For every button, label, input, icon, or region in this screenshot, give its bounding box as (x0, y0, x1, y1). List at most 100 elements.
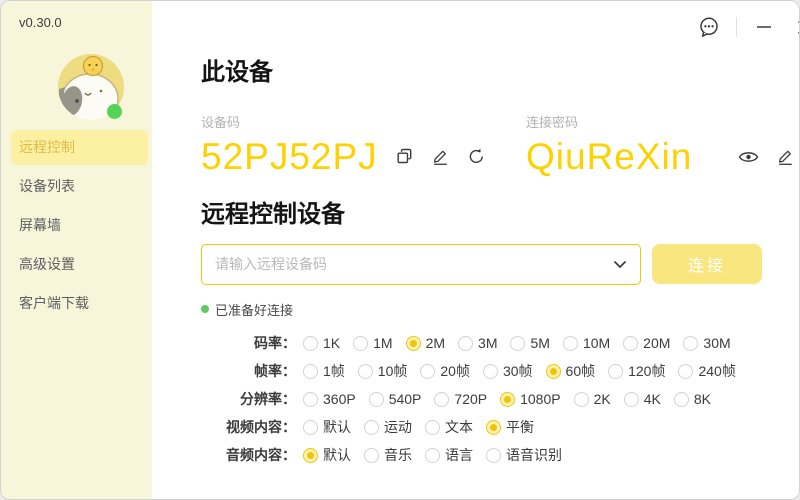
radio-option[interactable]: 语言 (425, 445, 473, 465)
radio-circle-icon (303, 392, 318, 407)
radio-circle-icon (608, 364, 623, 379)
device-code-section: 设备码 52PJ52PJ (201, 112, 526, 179)
radio-option-label: 1080P (520, 391, 560, 407)
radio-option[interactable]: 1K (303, 335, 340, 351)
sidebar-menu: 远程控制设备列表屏幕墙高级设置客户端下载 (1, 130, 152, 325)
radio-circle-icon (303, 336, 318, 351)
setting-row-label: 视频内容： (201, 417, 296, 437)
radio-circle-icon (683, 336, 698, 351)
radio-circle-icon (483, 364, 498, 379)
sidebar-item-2[interactable]: 屏幕墙 (11, 208, 148, 243)
feedback-chat-icon[interactable] (696, 14, 722, 40)
radio-option[interactable]: 默认 (303, 445, 351, 465)
ready-status-dot (201, 305, 209, 313)
radio-option[interactable]: 默认 (303, 417, 351, 437)
radio-circle-icon (425, 448, 440, 463)
edit-password-icon[interactable] (776, 147, 795, 166)
radio-option-label: 10帧 (378, 361, 408, 381)
radio-option-label: 720P (454, 391, 487, 407)
radio-circle-icon (303, 448, 318, 463)
radio-group: 360P 540P 720P 1080P 2K 4K 8K (303, 391, 724, 407)
page-title: 此设备 (201, 59, 795, 88)
setting-row-label: 码率： (201, 333, 296, 353)
main-panel: 此设备 设备码 52PJ52PJ (152, 1, 800, 499)
radio-circle-icon (678, 364, 693, 379)
radio-circle-icon (358, 364, 373, 379)
radio-group: 1帧 10帧 20帧 30帧 60帧 120帧 240帧 (303, 361, 749, 381)
radio-option-label: 默认 (323, 417, 351, 437)
online-status-dot (107, 104, 122, 119)
radio-option[interactable]: 8K (674, 391, 711, 407)
radio-option[interactable]: 10帧 (358, 361, 408, 381)
device-info-row: 设备码 52PJ52PJ (201, 112, 795, 179)
radio-option-label: 4K (644, 391, 661, 407)
radio-option[interactable]: 720P (434, 391, 487, 407)
radio-circle-icon (486, 448, 501, 463)
radio-option[interactable]: 240帧 (678, 361, 735, 381)
app-window: v0.30.0 远程控制设备列表屏幕墙高级设置客户 (0, 0, 800, 500)
sidebar-item-0[interactable]: 远程控制 (11, 130, 148, 165)
setting-row-label: 帧率： (201, 361, 296, 381)
titlebar-divider (736, 17, 737, 37)
radio-circle-icon (500, 392, 515, 407)
radio-option-label: 10M (583, 335, 610, 351)
radio-option[interactable]: 30M (683, 335, 730, 351)
radio-circle-icon (623, 336, 638, 351)
radio-option[interactable]: 5M (510, 335, 549, 351)
radio-option[interactable]: 语音识别 (486, 445, 562, 465)
content: 此设备 设备码 52PJ52PJ (152, 1, 800, 464)
radio-group: 默认 音乐语言语音识别 (303, 445, 575, 465)
setting-row-0: 码率： 1K 1M 2M 3M 5M 10M 20M 30M (201, 335, 795, 352)
device-code-value: 52PJ52PJ (201, 136, 378, 178)
radio-option-label: 20M (643, 335, 670, 351)
radio-option-label: 运动 (384, 417, 412, 437)
radio-option[interactable]: 2M (406, 335, 445, 351)
radio-option[interactable]: 4K (624, 391, 661, 407)
radio-option[interactable]: 1080P (500, 391, 560, 407)
password-section: 连接密码 QiuReXin (526, 112, 795, 179)
radio-option[interactable]: 20帧 (420, 361, 470, 381)
eye-icon[interactable] (738, 149, 759, 165)
radio-option[interactable]: 文本 (425, 417, 473, 437)
edit-device-code-icon[interactable] (431, 147, 450, 166)
setting-row-3: 视频内容： 默认 运动文本平衡 (201, 419, 795, 436)
radio-option[interactable]: 1帧 (303, 361, 345, 381)
radio-circle-icon (510, 336, 525, 351)
copy-icon[interactable] (395, 147, 414, 166)
minimize-icon[interactable] (751, 14, 777, 40)
refresh-icon[interactable] (467, 147, 486, 166)
radio-circle-icon (425, 420, 440, 435)
radio-option-label: 360P (323, 391, 356, 407)
radio-option-label: 1K (323, 335, 340, 351)
radio-option[interactable]: 2K (574, 391, 611, 407)
radio-option[interactable]: 10M (563, 335, 610, 351)
close-icon[interactable] (791, 14, 800, 40)
radio-option[interactable]: 音乐 (364, 445, 412, 465)
remote-device-code-input[interactable] (201, 244, 641, 285)
radio-option[interactable]: 平衡 (486, 417, 534, 437)
avatar[interactable] (57, 53, 125, 121)
radio-option[interactable]: 1M (353, 335, 392, 351)
radio-option-label: 30帧 (503, 361, 533, 381)
device-code-label: 设备码 (201, 112, 526, 131)
remote-control-title: 远程控制设备 (201, 201, 795, 230)
radio-option[interactable]: 60帧 (546, 361, 596, 381)
setting-row-4: 音频内容：默认音乐语言语音识别 (201, 447, 795, 464)
password-value: QiuReXin (526, 136, 692, 178)
sidebar-item-4[interactable]: 客户端下载 (11, 286, 148, 321)
sidebar-item-1[interactable]: 设备列表 (11, 169, 148, 204)
radio-option[interactable]: 20M (623, 335, 670, 351)
radio-circle-icon (303, 364, 318, 379)
radio-option[interactable]: 540P (369, 391, 422, 407)
radio-option[interactable]: 运动 (364, 417, 412, 437)
connect-button[interactable]: 连接 (652, 244, 762, 284)
connect-row: 连接 (201, 244, 795, 285)
sidebar-item-3[interactable]: 高级设置 (11, 247, 148, 282)
radio-option-label: 60帧 (566, 361, 596, 381)
radio-option[interactable]: 360P (303, 391, 356, 407)
radio-option[interactable]: 3M (458, 335, 497, 351)
radio-circle-icon (546, 364, 561, 379)
radio-option-label: 音乐 (384, 445, 412, 465)
radio-option[interactable]: 30帧 (483, 361, 533, 381)
radio-option[interactable]: 120帧 (608, 361, 665, 381)
